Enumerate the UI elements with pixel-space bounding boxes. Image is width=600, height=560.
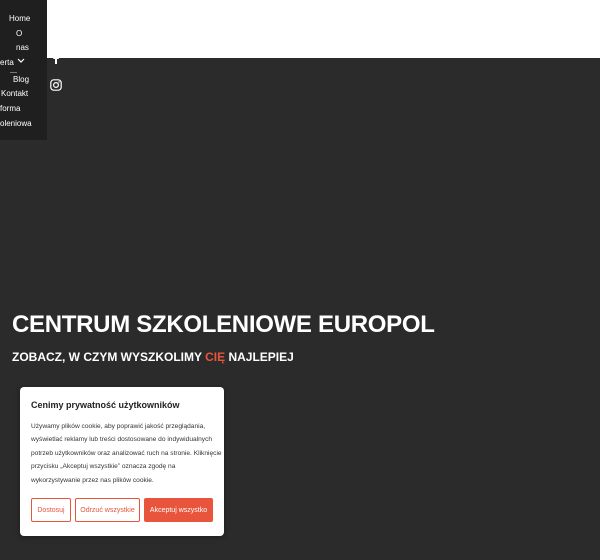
nav-item-szkoleniowa[interactable]: oleniowa [0, 119, 32, 129]
nav-item-nas[interactable]: nas [16, 43, 29, 53]
side-navigation: Home O nas erta Blog Kontakt forma oleni… [0, 0, 47, 140]
nav-item-oferta[interactable]: erta [0, 58, 14, 68]
hero-subtitle-start: ZOBACZ, W CZYM WYSZKOLIMY [12, 350, 206, 364]
accept-all-button[interactable]: Akceptuj wszystko [144, 498, 213, 522]
nav-item-kontakt[interactable]: Kontakt [1, 89, 28, 99]
instagram-icon[interactable] [50, 79, 62, 91]
nav-item-platforma[interactable]: forma [0, 104, 20, 114]
chevron-down-icon[interactable] [17, 58, 25, 64]
hero-title: CENTRUM SZKOLENIOWE EUROPOL [12, 311, 435, 338]
menu-divider [10, 72, 17, 73]
hero-subtitle-end: NAJLEPIEJ [225, 350, 294, 364]
hero-subtitle-accent: CIĘ [205, 350, 226, 364]
customize-button[interactable]: Dostosuj [31, 498, 71, 522]
cookie-description: Używamy plików cookie, aby poprawić jako… [31, 423, 222, 484]
hero-subtitle: ZOBACZ, W CZYM WYSZKOLIMY CIĘ NAJLEPIEJ [12, 350, 294, 364]
nav-item-o[interactable]: O [16, 29, 22, 39]
header-bar [47, 0, 600, 58]
cookie-title: Cenimy prywatność użytkowników [31, 400, 180, 410]
nav-item-blog[interactable]: Blog [13, 75, 29, 85]
reject-all-button[interactable]: Odrzuć wszystkie [75, 498, 140, 522]
cookie-consent-dialog: Cenimy prywatność użytkowników Używamy p… [20, 387, 224, 536]
facebook-icon[interactable] [50, 52, 62, 64]
nav-item-home[interactable]: Home [9, 14, 30, 24]
